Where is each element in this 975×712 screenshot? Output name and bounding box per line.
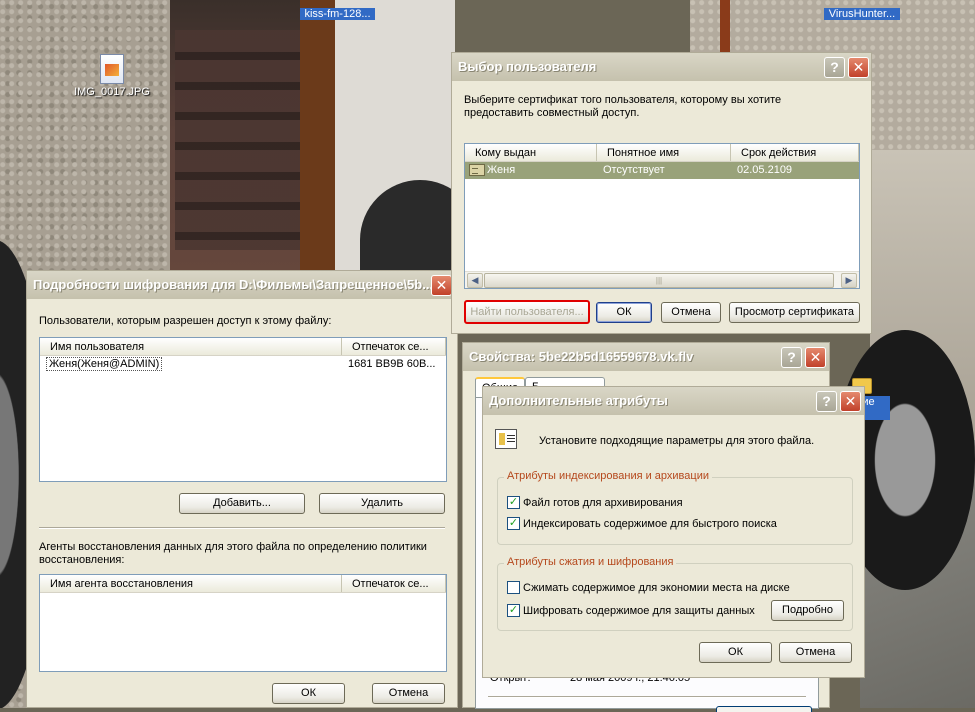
table-row[interactable]: Женя(Женя@ADMIN) 1681 BB9B 60B... — [40, 356, 446, 373]
details-button[interactable]: Подробно — [771, 600, 844, 621]
jpg-file-icon — [100, 54, 124, 84]
help-button[interactable]: ? — [816, 391, 837, 412]
desktop-icon-label: VirusHunter... — [824, 8, 900, 20]
remove-button[interactable]: Удалить — [319, 493, 445, 514]
horizontal-scrollbar[interactable]: ◀ ||| ▶ — [465, 271, 859, 288]
title-bar[interactable]: Подробности шифрования для D:\Фильмы\Зап… — [27, 271, 457, 299]
thumbprint-cell: 1681 BB9B 60B... — [348, 358, 436, 370]
intro-text: Установите подходящие параметры для этог… — [539, 435, 815, 447]
divider — [39, 527, 445, 529]
file-attributes-icon — [495, 429, 517, 449]
encrypt-checkbox[interactable]: ✓ — [507, 604, 520, 617]
desktop-icon-virushunter[interactable]: VirusHunter... — [824, 8, 900, 20]
window-title: Подробности шифрования для D:\Фильмы\Зап… — [33, 277, 434, 292]
cancel-button[interactable]: Отмена — [661, 302, 721, 323]
column-expiration[interactable]: Срок действия — [731, 144, 859, 161]
column-thumbprint[interactable]: Отпечаток се... — [342, 575, 446, 592]
prompt-text: Выберите сертификат того пользователя, к… — [464, 94, 782, 119]
column-issued-to[interactable]: Кому выдан — [465, 144, 597, 161]
desktop-icon-label: IMG_0017.JPG — [74, 86, 150, 98]
find-user-button[interactable]: Найти пользователя... — [464, 300, 590, 324]
users-caption: Пользователи, которым разрешен доступ к … — [39, 315, 332, 327]
cancel-button[interactable]: Отмена — [372, 683, 445, 704]
ok-button[interactable]: ОК — [699, 642, 772, 663]
title-bar[interactable]: Выбор пользователя ? ✕ — [452, 53, 871, 81]
table-row[interactable]: Женя Отсутствует 02.05.2109 — [465, 162, 859, 179]
expiration-cell: 02.05.2109 — [737, 164, 793, 176]
window-title: Свойства: 5be22b5d16559678.vk.flv — [469, 349, 694, 364]
column-thumbprint[interactable]: Отпечаток се... — [342, 338, 446, 355]
agents-list[interactable]: Имя агента восстановления Отпечаток се..… — [39, 574, 447, 672]
archive-checkbox[interactable]: ✓ — [507, 496, 520, 509]
close-button[interactable]: ✕ — [840, 391, 861, 412]
index-label[interactable]: Индексировать содержимое для быстрого по… — [523, 518, 777, 530]
divider — [488, 696, 806, 698]
ok-button[interactable]: ОК — [596, 302, 652, 323]
window-title: Выбор пользователя — [458, 59, 597, 74]
panel-button-edge — [716, 706, 812, 712]
desktop-icon-label: kiss-fm-128... — [300, 8, 375, 20]
certificates-list-header: Кому выдан Понятное имя Срок действия — [465, 144, 859, 162]
agents-caption: Агенты восстановления данных для этого ф… — [39, 541, 427, 566]
compress-label[interactable]: Сжимать содержимое для экономии места на… — [523, 582, 790, 594]
ok-button[interactable]: ОК — [272, 683, 345, 704]
advanced-attributes-dialog: Дополнительные атрибуты ? ✕ Установите п… — [482, 386, 865, 678]
friendly-name-cell: Отсутствует — [603, 164, 665, 176]
issued-to-cell: Женя — [465, 162, 597, 179]
help-button[interactable]: ? — [824, 57, 845, 78]
window-title: Дополнительные атрибуты — [489, 393, 668, 408]
group-title: Атрибуты сжатия и шифрования — [504, 556, 677, 568]
encrypt-label[interactable]: Шифровать содержимое для защиты данных — [523, 605, 755, 617]
add-button[interactable]: Добавить... — [179, 493, 305, 514]
close-button[interactable]: ✕ — [805, 347, 826, 368]
cancel-button[interactable]: Отмена — [779, 642, 852, 663]
title-bar[interactable]: Дополнительные атрибуты ? ✕ — [483, 387, 864, 415]
close-button[interactable]: ✕ — [848, 57, 869, 78]
index-archive-group: Атрибуты индексирования и архивации — [497, 470, 853, 545]
compress-checkbox[interactable] — [507, 581, 520, 594]
scroll-left-arrow[interactable]: ◀ — [467, 273, 483, 288]
certificate-icon — [469, 164, 485, 177]
column-agent-name[interactable]: Имя агента восстановления — [40, 575, 342, 592]
user-name-cell: Женя(Женя@ADMIN) — [40, 356, 342, 373]
agents-list-header: Имя агента восстановления Отпечаток се..… — [40, 575, 446, 593]
archive-label[interactable]: Файл готов для архивирования — [523, 497, 683, 509]
scroll-right-arrow[interactable]: ▶ — [841, 273, 857, 288]
encryption-details-window: Подробности шифрования для D:\Фильмы\Зап… — [26, 270, 458, 708]
certificates-list[interactable]: Кому выдан Понятное имя Срок действия Же… — [464, 143, 860, 289]
index-checkbox[interactable]: ✓ — [507, 517, 520, 530]
column-friendly-name[interactable]: Понятное имя — [597, 144, 731, 161]
column-user-name[interactable]: Имя пользователя — [40, 338, 342, 355]
users-list[interactable]: Имя пользователя Отпечаток се... Женя(Же… — [39, 337, 447, 482]
view-certificate-button[interactable]: Просмотр сертификата — [729, 302, 860, 323]
help-button[interactable]: ? — [781, 347, 802, 368]
scroll-thumb[interactable]: ||| — [484, 273, 834, 288]
desktop-icon-kiss-fm[interactable]: kiss-fm-128... — [300, 8, 375, 20]
select-user-dialog: Выбор пользователя ? ✕ Выберите сертифик… — [451, 52, 872, 334]
group-title: Атрибуты индексирования и архивации — [504, 470, 712, 482]
close-button[interactable]: ✕ — [431, 275, 452, 296]
users-list-header: Имя пользователя Отпечаток се... — [40, 338, 446, 356]
title-bar[interactable]: Свойства: 5be22b5d16559678.vk.flv ? ✕ — [463, 343, 829, 371]
desktop-icon-img-0017[interactable]: IMG_0017.JPG — [72, 54, 152, 98]
